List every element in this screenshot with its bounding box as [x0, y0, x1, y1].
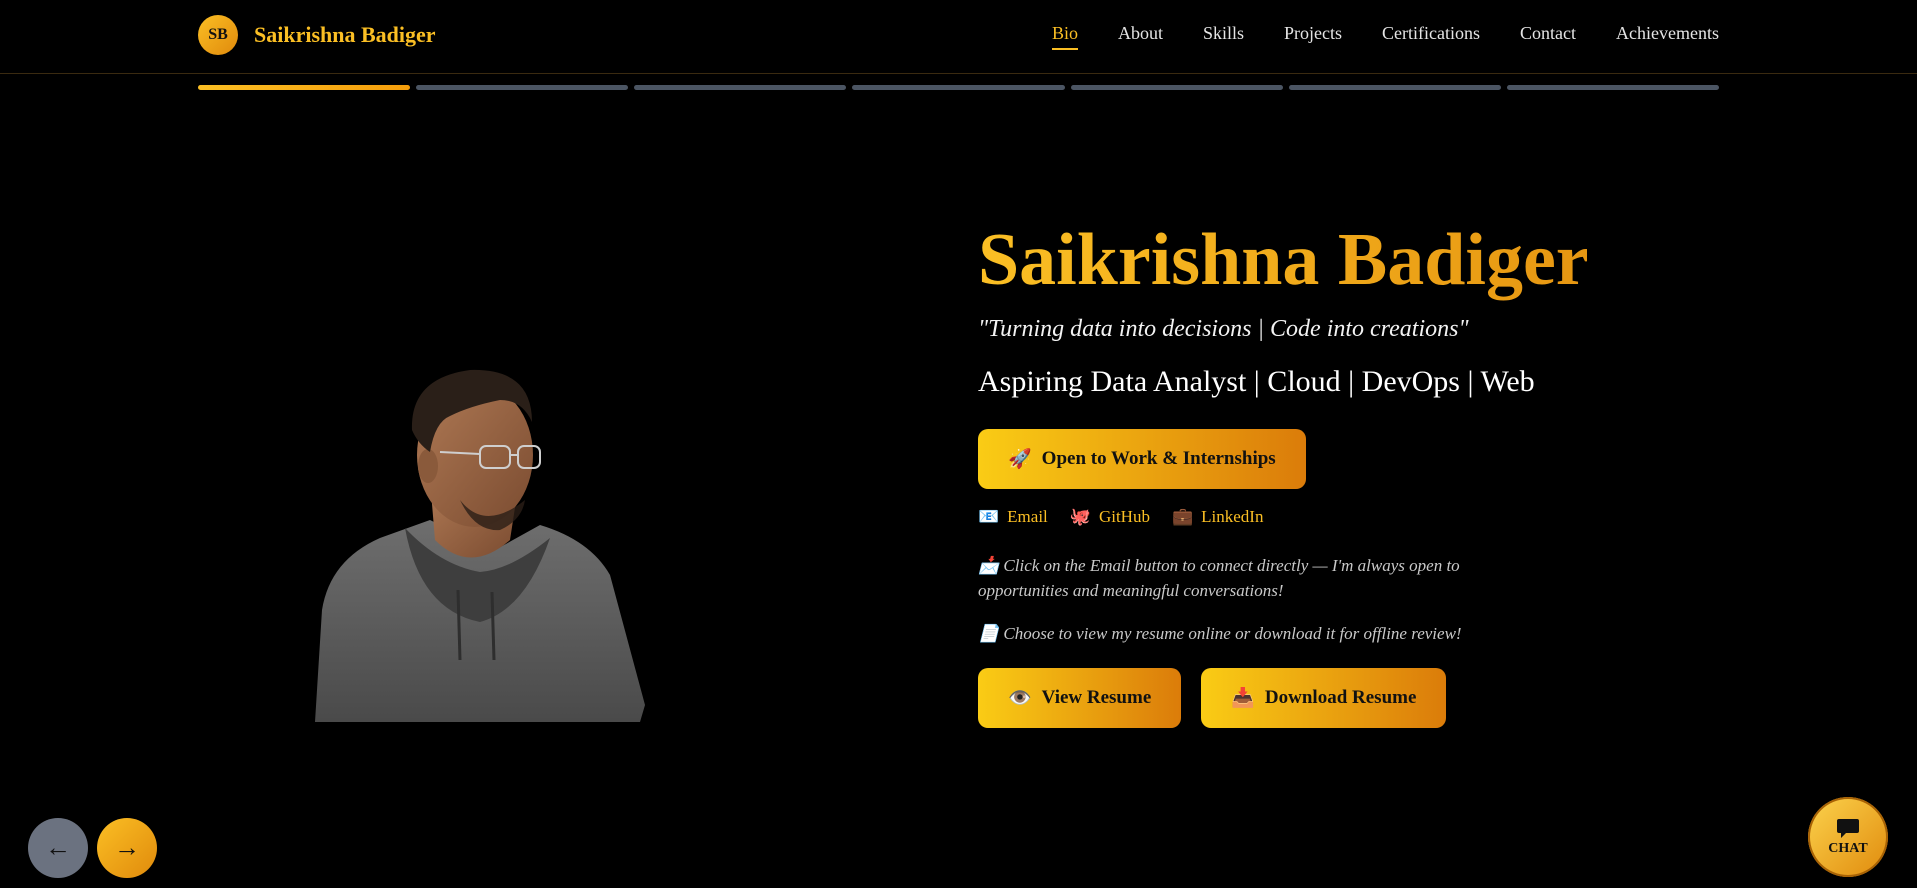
- brand-logo: SB: [198, 15, 238, 55]
- download-resume-label: Download Resume: [1264, 687, 1417, 708]
- download-resume-button[interactable]: 📥 Download Resume: [1201, 668, 1447, 728]
- resume-buttons: 👁️ View Resume 📥 Download Resume: [978, 668, 1778, 728]
- email-note-text: Click on the Email button to connect dir…: [978, 556, 1460, 600]
- resume-note: 📄 Choose to view my resume online or dow…: [978, 621, 1498, 646]
- progress-segment-bio[interactable]: [198, 85, 411, 90]
- github-link[interactable]: 🐙 GitHub: [1070, 507, 1150, 527]
- nav-item-about[interactable]: About: [1118, 23, 1163, 50]
- eye-icon: 👁️: [1008, 688, 1032, 709]
- open-to-work-button[interactable]: 🚀 Open to Work & Internships: [978, 429, 1306, 489]
- next-section-button[interactable]: →: [97, 818, 157, 878]
- nav-item-contact[interactable]: Contact: [1520, 23, 1576, 50]
- arrow-left-icon: ←: [45, 833, 71, 862]
- nav-item-achievements[interactable]: Achievements: [1616, 23, 1719, 50]
- social-links: 📧 Email 🐙 GitHub 💼 LinkedIn: [978, 507, 1778, 527]
- progress-segment-certifications[interactable]: [1070, 85, 1283, 90]
- github-icon: 🐙: [1069, 507, 1091, 526]
- view-resume-button[interactable]: 👁️ View Resume: [978, 668, 1182, 728]
- brand-name: Saikrishna Badiger: [254, 22, 436, 47]
- nav-item-bio[interactable]: Bio: [1052, 23, 1079, 50]
- brand[interactable]: SB Saikrishna Badiger: [198, 15, 436, 55]
- nav-links: Bio About Skills Projects Certifications…: [1052, 23, 1719, 50]
- profile-photo: [310, 360, 650, 722]
- previous-section-button[interactable]: ←: [28, 818, 88, 878]
- view-resume-label: View Resume: [1041, 687, 1152, 708]
- nav-item-certifications[interactable]: Certifications: [1382, 23, 1480, 50]
- document-icon: 📄: [978, 624, 1000, 643]
- email-note: 📩 Click on the Email button to connect d…: [978, 553, 1498, 603]
- download-icon: 📥: [1231, 688, 1255, 709]
- resume-note-text: Choose to view my resume online or downl…: [1003, 624, 1462, 643]
- github-link-label: GitHub: [1098, 507, 1150, 526]
- hero-name: Saikrishna Badiger: [978, 218, 1778, 302]
- email-link[interactable]: 📧 Email: [978, 507, 1048, 527]
- open-to-work-label: Open to Work & Internships: [1041, 448, 1276, 469]
- progress-segment-contact[interactable]: [1288, 85, 1501, 90]
- email-link-label: Email: [1007, 507, 1048, 526]
- section-progress: [198, 85, 1719, 90]
- linkedin-icon: 💼: [1171, 507, 1194, 526]
- linkedin-link-label: LinkedIn: [1201, 507, 1264, 526]
- arrow-right-icon: →: [114, 833, 140, 862]
- chat-button[interactable]: CHAT: [1808, 797, 1888, 877]
- rocket-icon: 🚀: [1008, 449, 1032, 470]
- navbar: SB Saikrishna Badiger Bio About Skills P…: [0, 0, 1917, 74]
- hero-role: Aspiring Data Analyst | Cloud | DevOps |…: [978, 365, 1535, 398]
- page: SB Saikrishna Badiger Bio About Skills P…: [0, 0, 1917, 888]
- nav-item-projects[interactable]: Projects: [1284, 23, 1342, 50]
- hero-section: Saikrishna Badiger "Turning data into de…: [978, 218, 1778, 728]
- progress-segment-about[interactable]: [416, 85, 629, 90]
- chat-bubble-icon: [1837, 819, 1859, 838]
- envelope-icon: 📩: [978, 556, 1000, 575]
- chat-label: CHAT: [1828, 841, 1868, 856]
- linkedin-link[interactable]: 💼 LinkedIn: [1172, 507, 1264, 527]
- email-icon: 📧: [978, 507, 1000, 526]
- nav-item-skills[interactable]: Skills: [1203, 23, 1244, 50]
- progress-segment-projects[interactable]: [852, 85, 1065, 90]
- progress-segment-achievements[interactable]: [1506, 85, 1719, 90]
- hero-tagline: "Turning data into decisions | Code into…: [978, 316, 1469, 342]
- progress-segment-skills[interactable]: [634, 85, 847, 90]
